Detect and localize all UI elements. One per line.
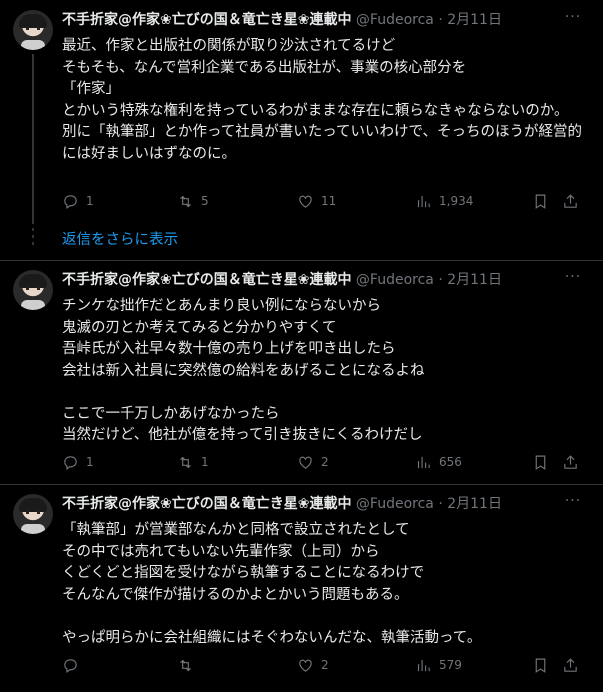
- repost-count: 1: [201, 455, 209, 469]
- action-bar: 2 579: [62, 655, 592, 675]
- separator-dot: ·: [438, 496, 443, 512]
- bookmark-button[interactable]: [532, 655, 549, 675]
- like-count: 2: [321, 455, 329, 469]
- action-bar: 1 5 11 1,934: [62, 191, 592, 211]
- repost-icon: [180, 195, 191, 207]
- post-1[interactable]: 不手折家@作家❀亡びの国＆竜亡き星❀連載中 @Fudeorca · 2月11日 …: [0, 10, 603, 224]
- views-count: 656: [439, 455, 462, 469]
- heart-icon: [299, 659, 312, 672]
- reply-button[interactable]: 1: [62, 452, 94, 472]
- share-icon: [564, 193, 577, 208]
- post-header: 不手折家@作家❀亡びの国＆竜亡き星❀連載中 @Fudeorca · 2月11日: [62, 494, 563, 514]
- repost-icon: [180, 456, 191, 468]
- bookmark-button[interactable]: [532, 452, 549, 472]
- divider: [0, 484, 603, 485]
- author-handle[interactable]: @Fudeorca: [356, 12, 434, 28]
- show-more-replies-link[interactable]: 返信をさらに表示: [62, 230, 178, 250]
- share-button[interactable]: [562, 191, 579, 211]
- views-count: 1,934: [439, 194, 474, 208]
- views-button[interactable]: 1,934: [415, 191, 473, 211]
- author-name[interactable]: 不手折家@作家❀亡びの国＆竜亡き星❀連載中: [62, 496, 351, 512]
- bookmark-button[interactable]: [532, 191, 549, 211]
- views-icon: [417, 659, 430, 671]
- post-text: 最近、作家と出版社の関係が取り沙汰されてるけど そもそも、なんで営利企業である出…: [62, 38, 582, 162]
- divider: [0, 260, 603, 261]
- author-name[interactable]: 不手折家@作家❀亡びの国＆竜亡き星❀連載中: [62, 12, 351, 28]
- repost-button[interactable]: [177, 655, 201, 675]
- reply-count: 1: [86, 194, 94, 208]
- views-count: 579: [439, 658, 462, 672]
- separator-dot: ·: [438, 12, 443, 28]
- post-header: 不手折家@作家❀亡びの国＆竜亡き星❀連載中 @Fudeorca · 2月11日: [62, 270, 563, 290]
- like-button[interactable]: 2: [297, 655, 329, 675]
- author-handle[interactable]: @Fudeorca: [356, 272, 434, 288]
- avatar[interactable]: [13, 270, 53, 310]
- bookmark-icon: [535, 455, 546, 470]
- share-button[interactable]: [562, 655, 579, 675]
- post-time[interactable]: 2月11日: [447, 272, 502, 288]
- post-2[interactable]: 不手折家@作家❀亡びの国＆竜亡き星❀連載中 @Fudeorca · 2月11日 …: [0, 270, 603, 480]
- like-count: 2: [321, 658, 329, 672]
- post-header: 不手折家@作家❀亡びの国＆竜亡き星❀連載中 @Fudeorca · 2月11日: [62, 10, 563, 30]
- reply-button[interactable]: [62, 655, 86, 675]
- reply-count: 1: [86, 455, 94, 469]
- thread-line: [32, 54, 34, 224]
- share-button[interactable]: [562, 452, 579, 472]
- repost-icon: [180, 659, 191, 671]
- thread-dots: [32, 228, 34, 249]
- more-options-button[interactable]: ···: [563, 10, 583, 30]
- heart-icon: [299, 195, 312, 208]
- avatar[interactable]: [13, 10, 53, 50]
- reply-button[interactable]: 1: [62, 191, 94, 211]
- reply-icon: [64, 455, 77, 470]
- post-3[interactable]: 不手折家@作家❀亡びの国＆竜亡き星❀連載中 @Fudeorca · 2月11日 …: [0, 494, 603, 684]
- views-button[interactable]: 579: [415, 655, 462, 675]
- like-button[interactable]: 2: [297, 452, 329, 472]
- author-name[interactable]: 不手折家@作家❀亡びの国＆竜亡き星❀連載中: [62, 272, 351, 288]
- share-icon: [564, 454, 577, 469]
- share-icon: [564, 657, 577, 672]
- separator-dot: ·: [438, 272, 443, 288]
- more-options-button[interactable]: ···: [563, 270, 583, 290]
- views-icon: [417, 195, 430, 207]
- like-count: 11: [321, 194, 337, 208]
- views-icon: [417, 456, 430, 468]
- author-handle[interactable]: @Fudeorca: [356, 496, 434, 512]
- action-bar: 1 1 2 656: [62, 452, 592, 472]
- bookmark-icon: [535, 194, 546, 209]
- post-time[interactable]: 2月11日: [447, 496, 502, 512]
- heart-icon: [299, 456, 312, 469]
- more-options-button[interactable]: ···: [563, 494, 583, 514]
- avatar[interactable]: [13, 494, 53, 534]
- post-time[interactable]: 2月11日: [447, 12, 502, 28]
- reply-icon: [64, 658, 77, 673]
- repost-button[interactable]: 5: [177, 191, 209, 211]
- reply-icon: [64, 194, 77, 209]
- like-button[interactable]: 11: [297, 191, 336, 211]
- repost-count: 5: [201, 194, 209, 208]
- post-text: チンケな拙作だとあんまり良い例にならないから 鬼滅の刃とか考えてみると分かりやす…: [62, 298, 425, 443]
- repost-button[interactable]: 1: [177, 452, 209, 472]
- post-text: 「執筆部」が営業部なんかと同格で設立されたとして その中では売れてもいない先輩作…: [62, 522, 482, 646]
- bookmark-icon: [535, 658, 546, 673]
- views-button[interactable]: 656: [415, 452, 462, 472]
